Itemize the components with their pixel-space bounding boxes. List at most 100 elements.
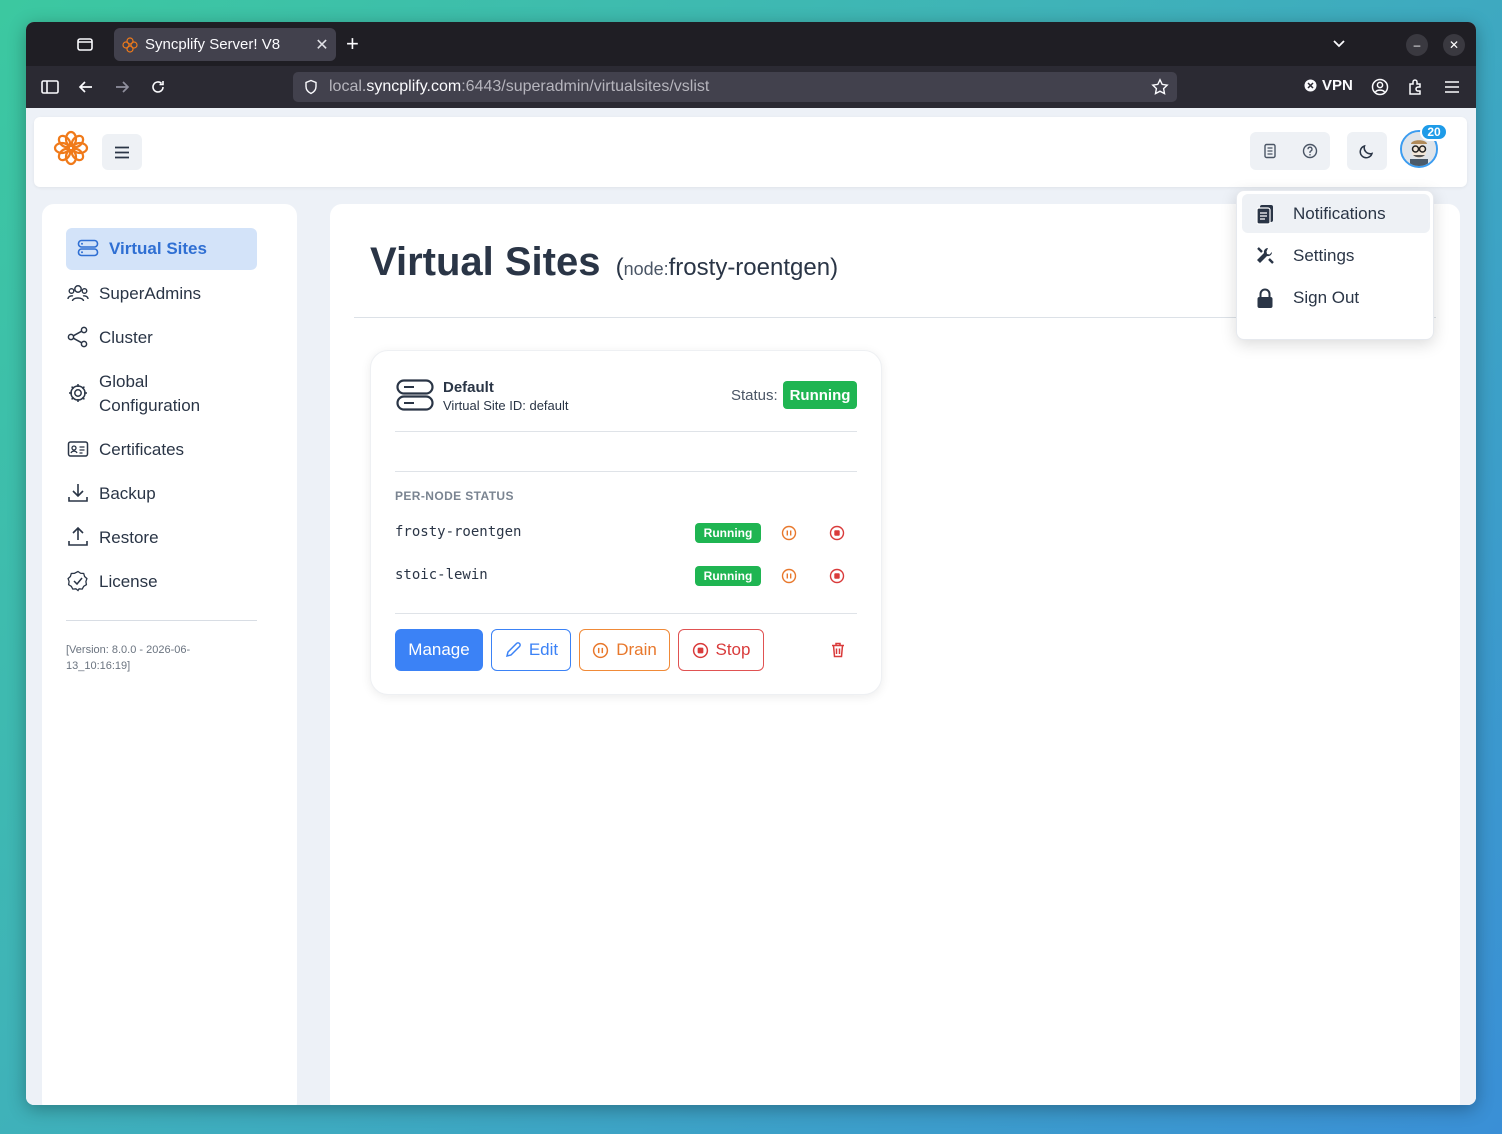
node-name: stoic-lewin xyxy=(395,567,488,583)
hamburger-icon xyxy=(115,146,129,158)
back-arrow-icon[interactable] xyxy=(76,77,96,97)
node-status-badge: Running xyxy=(695,566,761,586)
drain-button[interactable]: Drain xyxy=(579,629,670,671)
sidebar-item-label: Global Configuration xyxy=(99,370,200,418)
url-text: local.syncplify.com:6443/superadmin/virt… xyxy=(329,78,709,96)
shield-icon xyxy=(305,79,317,95)
node-drain-icon[interactable] xyxy=(781,525,797,541)
global-config-line2: Configuration xyxy=(99,396,201,415)
sidebar-item-superadmins[interactable]: SuperAdmins xyxy=(66,282,257,306)
menu-item-label: Sign Out xyxy=(1293,287,1360,307)
trash-icon[interactable] xyxy=(829,641,847,659)
user-menu-dropdown: Notifications Settings Sign Out xyxy=(1236,190,1434,340)
sidebar-divider xyxy=(66,620,257,621)
stop-circle-icon xyxy=(692,642,708,658)
vpn-label: VPN xyxy=(1322,77,1353,94)
badge-check-icon xyxy=(66,569,90,593)
tab-overview-icon[interactable] xyxy=(76,35,94,53)
url-bar[interactable]: local.syncplify.com:6443/superadmin/virt… xyxy=(293,72,1177,102)
header-tool-group xyxy=(1250,132,1330,170)
stop-button-label: Stop xyxy=(715,640,751,659)
per-node-status-header: PER-NODE STATUS xyxy=(395,489,514,503)
virtual-site-id: Virtual Site ID: default xyxy=(443,398,569,413)
minimize-icon[interactable]: – xyxy=(1406,34,1428,56)
id-card-icon xyxy=(66,437,90,461)
pause-circle-icon xyxy=(593,642,609,658)
pencil-icon xyxy=(505,642,521,658)
sidebar-item-label: SuperAdmins xyxy=(99,284,202,303)
url-domain: syncplify.com xyxy=(366,78,462,95)
tab-close-icon[interactable]: ✕ xyxy=(308,35,336,55)
edit-button-label: Edit xyxy=(528,640,559,659)
tab-title: Syncplify Server! V8 xyxy=(145,36,281,53)
menu-item-sign-out[interactable]: Sign Out xyxy=(1242,278,1430,317)
url-path: :6443/superadmin/virtualsites/vslist xyxy=(461,78,710,95)
node-stop-icon[interactable] xyxy=(829,568,845,584)
status-badge: Running xyxy=(783,381,857,409)
subtitle-node-name: frosty-roentgen xyxy=(668,254,831,281)
sidebar-item-label: Backup xyxy=(99,484,156,503)
account-icon[interactable] xyxy=(1370,77,1390,97)
card-divider xyxy=(395,471,857,472)
page-title-text: Virtual Sites xyxy=(370,240,601,284)
url-prefix: local. xyxy=(329,78,367,95)
menu-item-settings[interactable]: Settings xyxy=(1242,236,1430,275)
node-name: frosty-roentgen xyxy=(395,524,522,540)
tab-list-chevron-icon[interactable] xyxy=(1330,34,1348,52)
sidebar-item-virtual-sites[interactable]: Virtual Sites xyxy=(66,228,257,270)
sidebar-item-restore[interactable]: Restore xyxy=(66,526,257,550)
app-root: 20 Virtual Sites SuperAdmins Cluster Glo… xyxy=(26,108,1476,1105)
global-config-line1: Global xyxy=(99,372,149,391)
subtitle-node-keyword: node: xyxy=(623,259,669,279)
gear-icon xyxy=(66,381,90,405)
dark-mode-toggle[interactable] xyxy=(1347,132,1387,170)
browser-tab-active[interactable]: Syncplify Server! V8 ✕ xyxy=(114,28,336,61)
version-text: [Version: 8.0.0 - 2026-06-13_10:16:19] xyxy=(66,644,191,672)
extensions-icon[interactable] xyxy=(1406,77,1426,97)
subtitle-close-paren: ) xyxy=(830,254,839,281)
sidebar-item-backup[interactable]: Backup xyxy=(66,482,257,506)
tools-icon xyxy=(1254,245,1276,267)
sidebar-item-label: Restore xyxy=(99,528,159,547)
menu-item-label: Settings xyxy=(1293,245,1355,265)
menu-toggle-button[interactable] xyxy=(102,134,142,170)
page-subtitle: (node:frosty-roentgen) xyxy=(616,254,838,281)
edit-button[interactable]: Edit xyxy=(491,629,571,671)
sidebar-item-global-configuration[interactable]: Global Configuration xyxy=(66,370,257,418)
virtual-site-name: Default xyxy=(443,379,494,396)
new-tab-button[interactable]: + xyxy=(346,32,359,56)
browser-menu-icon[interactable] xyxy=(1442,77,1462,97)
syncplify-favicon-icon xyxy=(122,36,138,53)
subtitle-open-paren: ( xyxy=(615,254,624,281)
sidebar-item-certificates[interactable]: Certificates xyxy=(66,438,257,462)
menu-item-notifications[interactable]: Notifications xyxy=(1242,194,1430,233)
card-divider xyxy=(395,431,857,432)
forward-arrow-icon[interactable] xyxy=(112,77,132,97)
sidebar-item-license[interactable]: License xyxy=(66,570,257,594)
node-drain-icon[interactable] xyxy=(781,568,797,584)
node-stop-icon[interactable] xyxy=(829,525,845,541)
server-icon xyxy=(396,379,434,411)
notification-count-badge: 20 xyxy=(1420,123,1448,141)
app-header: 20 xyxy=(34,117,1467,187)
syncplify-logo-icon[interactable] xyxy=(53,130,89,166)
tab-bar: Syncplify Server! V8 ✕ + – ✕ xyxy=(26,22,1476,66)
close-window-icon[interactable]: ✕ xyxy=(1443,34,1465,56)
lock-icon xyxy=(1254,287,1276,309)
browser-window: Syncplify Server! V8 ✕ + – ✕ local.syncp… xyxy=(26,22,1476,1105)
stop-button[interactable]: Stop xyxy=(678,629,764,671)
card-divider xyxy=(395,613,857,614)
virtual-site-card: Default Virtual Site ID: default Status:… xyxy=(370,350,882,695)
page-title: Virtual Sites (node:frosty-roentgen) xyxy=(370,240,838,285)
sidebar-toggle-icon[interactable] xyxy=(40,77,60,97)
vpn-button[interactable]: VPN xyxy=(1304,77,1353,94)
reload-icon[interactable] xyxy=(148,77,168,97)
server-icon xyxy=(76,236,100,260)
bookmark-star-icon[interactable] xyxy=(1151,78,1169,96)
menu-item-label: Notifications xyxy=(1293,203,1386,223)
users-icon xyxy=(66,281,90,305)
sidebar-item-cluster[interactable]: Cluster xyxy=(66,326,257,350)
help-icon[interactable] xyxy=(1302,143,1318,159)
document-icon[interactable] xyxy=(1262,143,1278,159)
manage-button[interactable]: Manage xyxy=(395,629,483,671)
